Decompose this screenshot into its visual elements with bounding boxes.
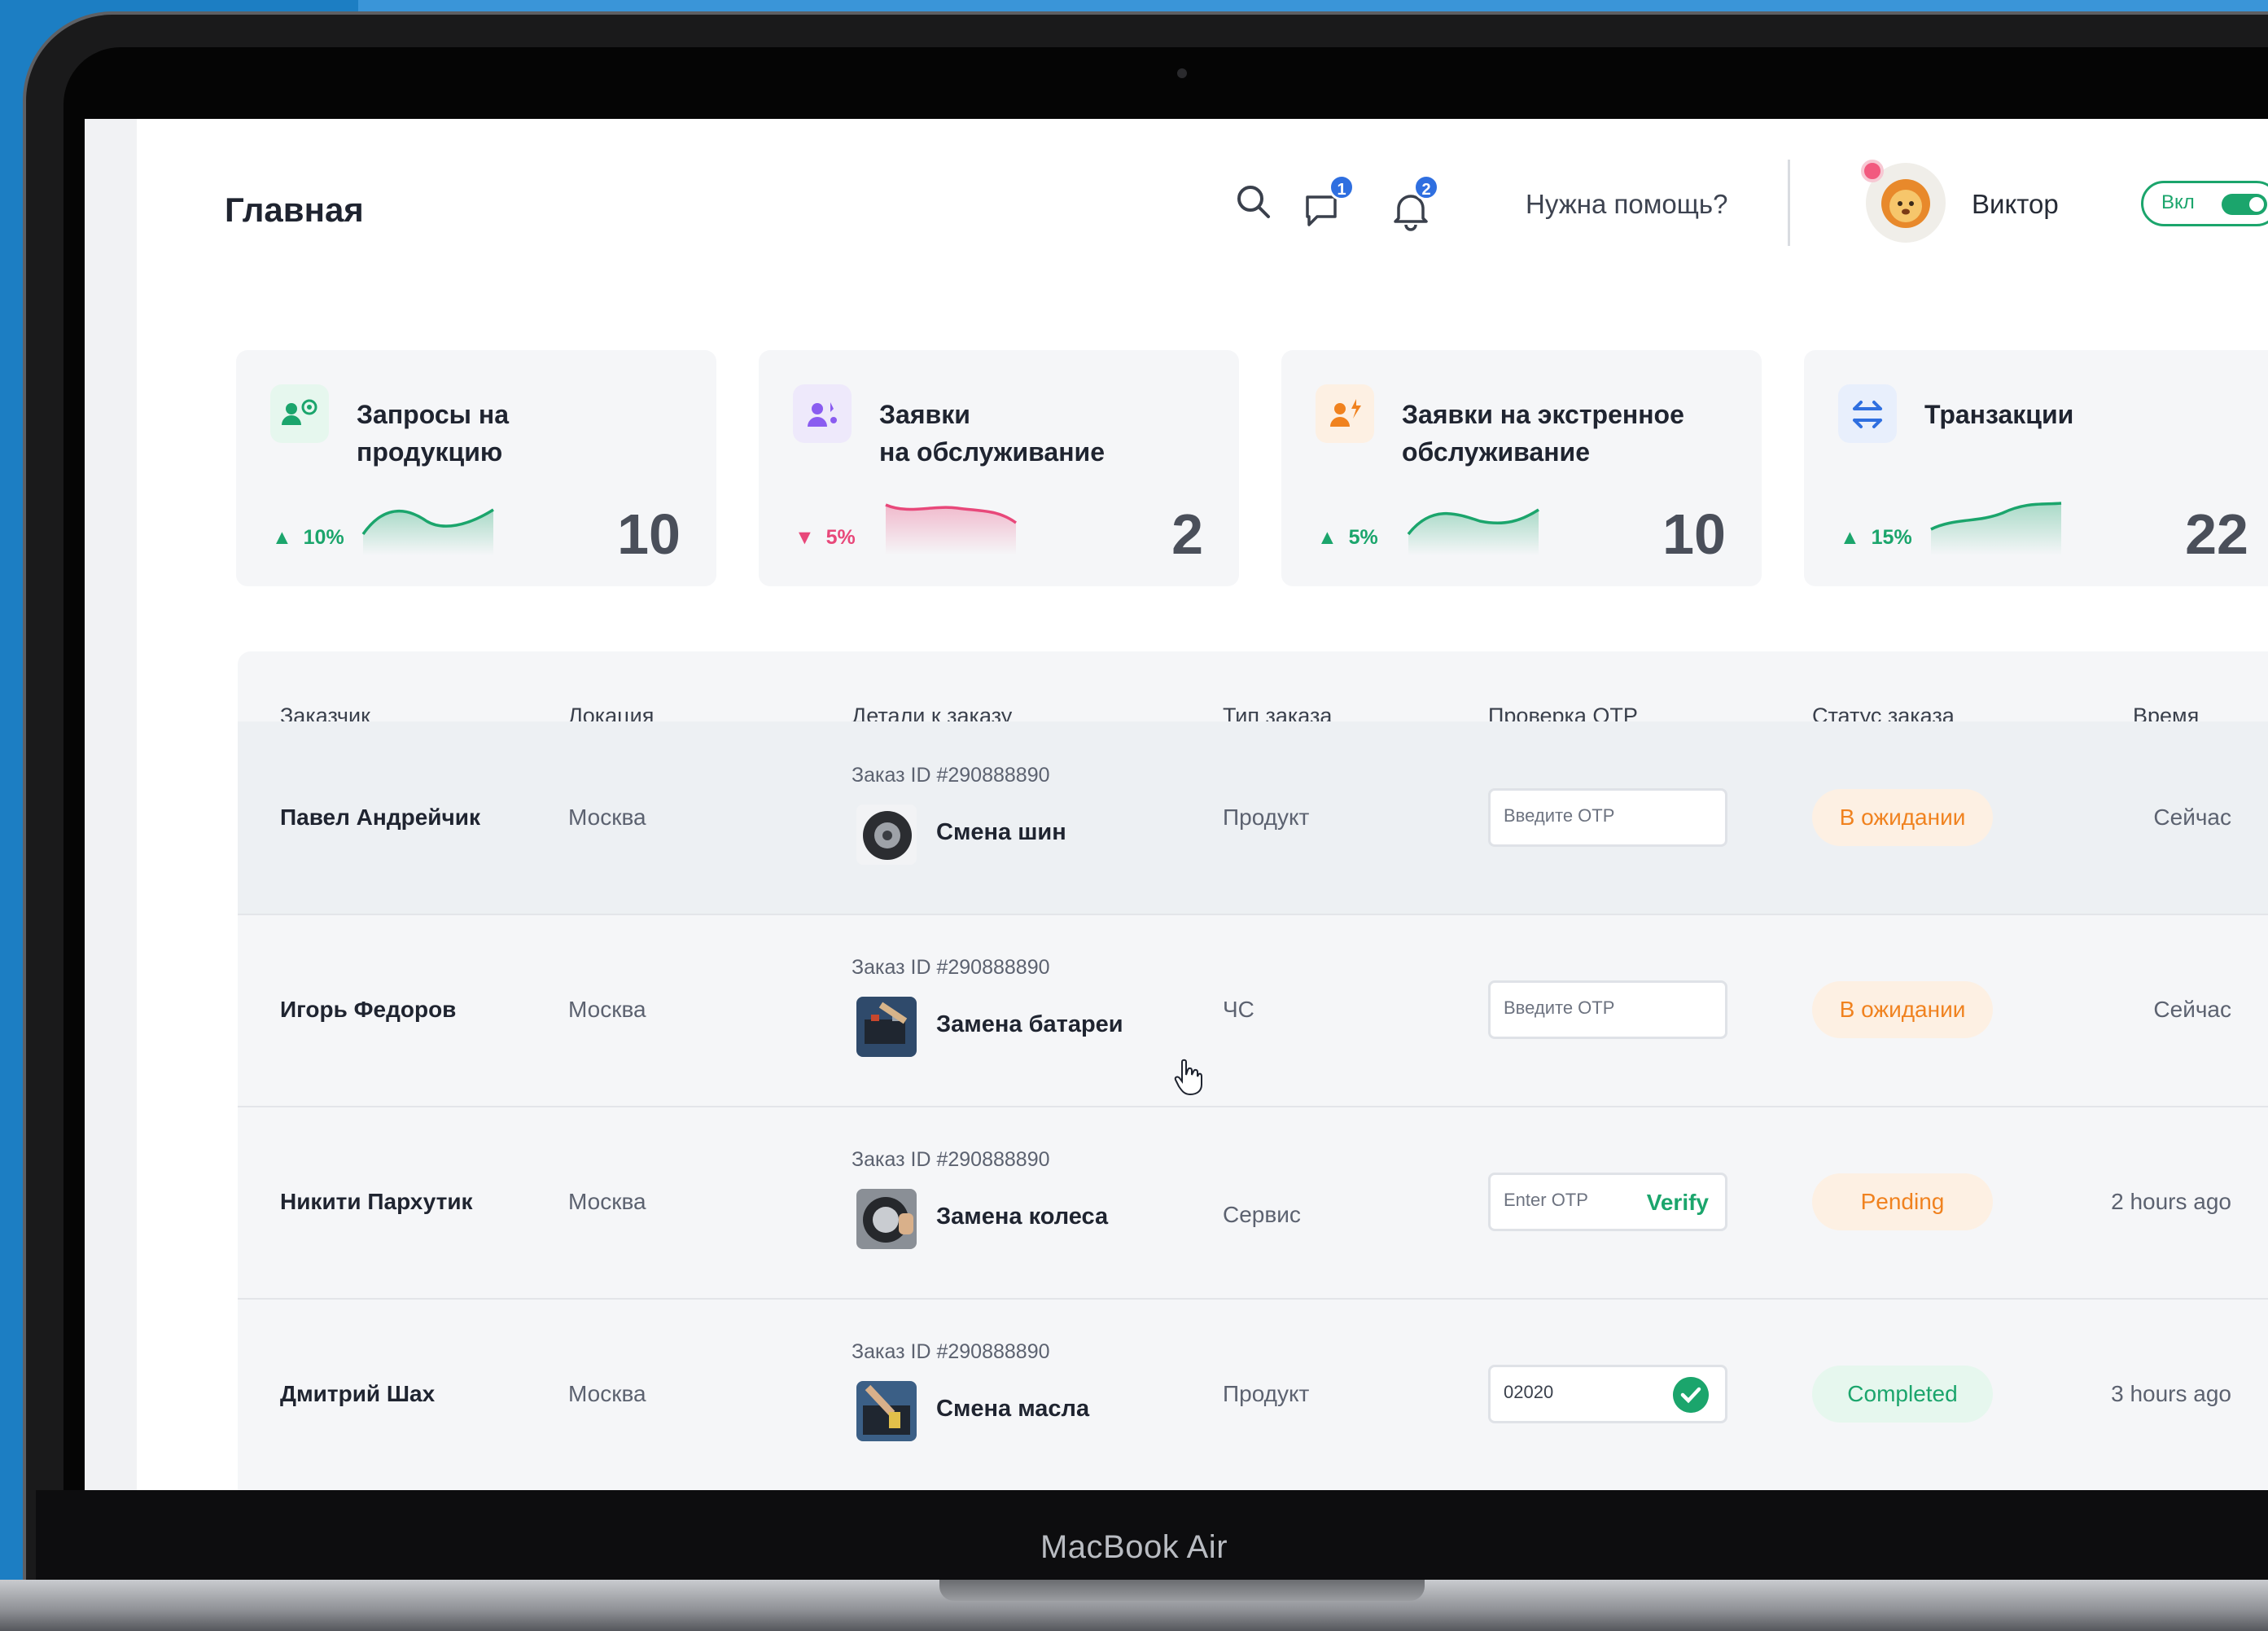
toggle-label: Вкл (2161, 191, 2195, 213)
camera-icon (1177, 68, 1187, 78)
stat-value: 2 (1171, 502, 1203, 566)
stat-title: Заявки на обслуживание (879, 400, 1105, 467)
stat-card[interactable]: Транзакции ▲ 15% 22 (1804, 350, 2268, 586)
stat-title: Заявки на экстренное обслуживание (1402, 400, 1684, 467)
search-icon[interactable] (1234, 182, 1272, 220)
app-screen: Главная 1 2 Нужна помощь? Виктор Вкл Зап… (85, 119, 2268, 1490)
order-time: Сейчас (2153, 997, 2231, 1022)
users-service-icon (793, 384, 852, 443)
users-icon (270, 384, 329, 443)
row-divider (238, 1106, 2268, 1107)
stat-trend: ▲ 15% (1840, 526, 1912, 549)
notifications-badge: 2 (1413, 174, 1439, 200)
help-link[interactable]: Нужна помощь? (1526, 189, 1727, 220)
stat-card[interactable]: Запросы на продукцию ▲ 10% 10 (236, 350, 716, 586)
stat-trend: ▲ 5% (1317, 526, 1378, 549)
arrow-up-icon: ▲ (1840, 526, 1860, 549)
stat-card[interactable]: Заявки на обслуживание ▼ 5% 2 (759, 350, 1239, 586)
order-time: 2 hours ago (2111, 1189, 2231, 1214)
user-emergency-icon (1316, 384, 1374, 443)
notifications-button[interactable]: 2 (1392, 174, 1439, 231)
order-id: Заказ ID #290888890 (852, 1148, 1050, 1171)
row-divider (238, 914, 2268, 915)
sparkline (1930, 502, 2062, 555)
stat-card[interactable]: Заявки на экстренное обслуживание ▲ 5% 1… (1281, 350, 1762, 586)
order-id: Заказ ID #290888890 (852, 956, 1050, 979)
page-title: Главная (225, 191, 364, 229)
stat-trend: ▲ 10% (272, 526, 344, 549)
order-id: Заказ ID #290888890 (852, 764, 1050, 787)
avatar[interactable] (1861, 160, 1946, 243)
sparkline (361, 508, 494, 555)
stat-value: 10 (617, 502, 681, 566)
transfer-icon (1838, 384, 1897, 443)
online-dot (1861, 160, 1884, 182)
user-name[interactable]: Виктор (1972, 189, 2059, 220)
toggle-switch (2222, 194, 2267, 215)
chat-button[interactable]: 1 (1304, 174, 1355, 226)
stat-value: 10 (1662, 502, 1726, 566)
online-toggle[interactable]: Вкл (2141, 181, 2268, 226)
stat-trend: ▼ 5% (795, 526, 856, 549)
header-divider (1788, 160, 1790, 246)
stat-value: 22 (2185, 502, 2248, 566)
hand-cursor-icon (1174, 1059, 1202, 1096)
arrow-down-icon: ▼ (795, 526, 815, 549)
order-time: Сейчас (2153, 805, 2231, 830)
device-label: MacBook Air (1040, 1529, 1228, 1565)
stat-title: Запросы на продукцию (357, 400, 509, 467)
row-divider (238, 1298, 2268, 1300)
sparkline (885, 503, 1018, 555)
order-id: Заказ ID #290888890 (852, 1340, 1050, 1363)
order-time: 3 hours ago (2111, 1381, 2231, 1406)
arrow-up-icon: ▲ (272, 526, 292, 549)
sparkline (1407, 508, 1539, 555)
chat-badge: 1 (1329, 174, 1355, 200)
stat-title: Транзакции (1924, 400, 2074, 429)
arrow-up-icon: ▲ (1317, 526, 1338, 549)
laptop-hinge (939, 1580, 1425, 1601)
